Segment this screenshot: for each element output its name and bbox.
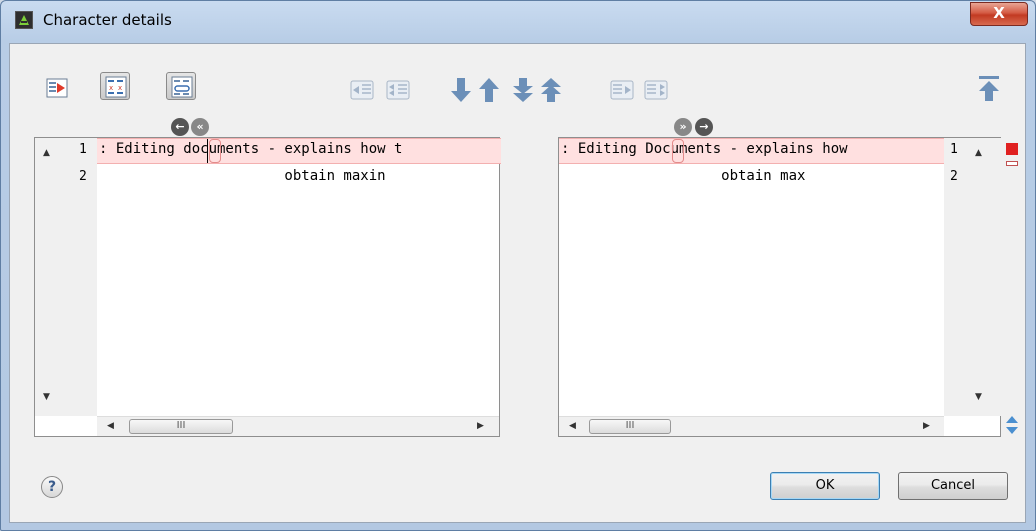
- dialog-window: Character details X xx ← « » → ▲ ▼ 1 2:…: [0, 0, 1036, 531]
- next-change-icon: [451, 78, 471, 102]
- copy-change-right-button[interactable]: [606, 76, 636, 104]
- scroll-thumb[interactable]: III: [589, 419, 671, 434]
- scroll-up-arrow-icon[interactable]: ▲: [43, 148, 50, 158]
- scroll-thumb[interactable]: III: [129, 419, 233, 434]
- next-change-button[interactable]: [448, 76, 474, 104]
- next-right-icon[interactable]: →: [695, 118, 713, 136]
- help-button[interactable]: ?: [41, 476, 63, 498]
- ok-button[interactable]: OK: [770, 472, 880, 500]
- app-icon: [15, 11, 33, 29]
- first-change-icon: [979, 76, 999, 101]
- scroll-down-arrow-icon[interactable]: ▼: [43, 392, 50, 402]
- scroll-down-arrow-icon[interactable]: ▼: [975, 392, 982, 402]
- left-gutter: [35, 138, 97, 416]
- previous-block-icon: [541, 78, 561, 102]
- left-horizontal-scrollbar[interactable]: ◀ III ▶: [97, 416, 499, 436]
- previous-change-icon: [479, 78, 499, 102]
- text-caret: [207, 139, 208, 163]
- line-number: 1: [79, 142, 87, 157]
- sync-scroll-icon: [171, 76, 193, 98]
- char-diff-marker: [672, 139, 684, 163]
- cancel-button[interactable]: Cancel: [898, 472, 1008, 500]
- left-line-text[interactable]: : Editing documents - explains how t: [99, 141, 499, 157]
- first-left-icon[interactable]: «: [191, 118, 209, 136]
- change-marker[interactable]: [1006, 143, 1018, 155]
- right-line-text[interactable]: : Editing Documents - explains how: [561, 141, 941, 157]
- scroll-right-arrow-icon[interactable]: ▶: [477, 421, 484, 431]
- dialog-body: xx ← « » → ▲ ▼ 1 2: Editing documents -…: [9, 43, 1026, 523]
- right-horizontal-scrollbar[interactable]: ◀ III ▶: [559, 416, 944, 436]
- line-number: 2: [950, 169, 958, 184]
- right-line-text[interactable]: obtain max: [561, 168, 941, 184]
- previous-block-button[interactable]: [538, 76, 564, 104]
- scroll-up-arrow-icon[interactable]: ▲: [975, 148, 982, 158]
- right-compare-panel[interactable]: : Editing Documents - explains how obtai…: [558, 137, 1002, 437]
- next-block-icon: [513, 78, 533, 102]
- svg-text:x: x: [109, 84, 113, 92]
- scroll-left-arrow-icon[interactable]: ◀: [107, 421, 114, 431]
- window-title: Character details: [43, 11, 172, 29]
- copy-all-left-button[interactable]: [382, 76, 412, 104]
- svg-text:x: x: [118, 84, 122, 92]
- sync-scroll-button[interactable]: [166, 72, 196, 100]
- line-number: 1: [950, 142, 958, 157]
- show-diff-button[interactable]: [42, 74, 72, 102]
- copy-all-right-icon: [644, 80, 668, 100]
- last-right-icon[interactable]: »: [674, 118, 692, 136]
- previous-left-icon[interactable]: ←: [171, 118, 189, 136]
- close-button[interactable]: X: [970, 2, 1028, 26]
- first-change-button[interactable]: [976, 74, 1002, 102]
- scroll-right-arrow-icon[interactable]: ▶: [923, 421, 930, 431]
- left-line-text[interactable]: obtain maxin: [99, 168, 499, 184]
- copy-all-right-button[interactable]: [640, 76, 670, 104]
- word-diff-icon: xx: [105, 76, 127, 98]
- overview-ruler[interactable]: [1002, 137, 1022, 437]
- next-block-button[interactable]: [510, 76, 536, 104]
- left-compare-panel[interactable]: ▲ ▼ 1 2 : Editing documents - explains h…: [34, 137, 501, 437]
- title-bar[interactable]: Character details X: [1, 1, 1035, 43]
- copy-change-right-icon: [610, 80, 634, 100]
- char-diff-marker: [209, 139, 221, 163]
- copy-all-left-icon: [386, 80, 410, 100]
- scroll-both-icon[interactable]: [1005, 415, 1019, 435]
- copy-change-left-icon: [350, 80, 374, 100]
- scroll-left-arrow-icon[interactable]: ◀: [569, 421, 576, 431]
- word-diff-button[interactable]: xx: [100, 72, 130, 100]
- show-diff-icon: [46, 78, 68, 98]
- viewport-marker: [1006, 161, 1018, 166]
- line-number: 2: [79, 169, 87, 184]
- previous-change-button[interactable]: [476, 76, 502, 104]
- copy-change-left-button[interactable]: [346, 76, 376, 104]
